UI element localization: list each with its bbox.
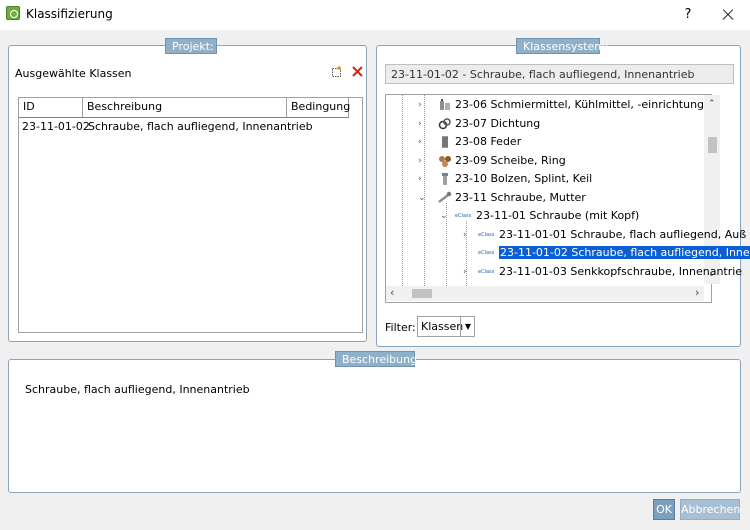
expand-chevron-icon[interactable]: › [418,133,422,151]
tree-node[interactable]: › 23-09 Scheibe, Ring [418,152,566,170]
projekt-group-title: Projekt: [165,38,217,54]
chevron-down-icon[interactable]: ▼ [460,317,475,336]
cancel-button[interactable]: Abbrechen [680,499,740,520]
description-text: Schraube, flach aufliegend, Innenantrieb [25,383,250,396]
delete-icon[interactable] [351,65,364,78]
tree-node-label: 23-11-01-03 Senkkopfschraube, Innenantri… [499,265,743,278]
tree-node-label: 23-11-01-01 Schraube, flach aufliegend, … [499,228,747,241]
eclass-icon: eClass [455,213,472,219]
scroll-up-icon[interactable]: ⌃ [708,99,716,109]
collapse-chevron-icon[interactable]: ⌄ [418,189,426,207]
filter-select[interactable]: Klassen ▼ [417,316,475,337]
class-path-field: 23-11-01-02 - Schraube, flach aufliegend… [385,64,734,84]
eclass-icon: eClass [478,232,495,238]
cell-id: 23-11-01-02 [22,120,90,133]
tree-node[interactable]: › 23-07 Dichtung [418,115,541,133]
scroll-left-icon[interactable]: ‹ [390,286,394,299]
tree-node[interactable]: › eClass 23-11-01-01 Schraube, flach aufli… [463,226,747,244]
new-class-icon[interactable] [331,66,343,78]
eclass-icon: eClass [478,269,495,275]
washer-icon [438,154,452,168]
selected-classes-table: ID Beschreibung Bedingung 23-11-01-02 Sc… [18,97,363,333]
tree-node[interactable]: ⌄ eClass 23-11-01 Schraube (mit Kopf) [440,207,640,225]
scroll-right-icon[interactable]: › [695,286,699,299]
lubricant-icon [438,98,452,112]
expand-chevron-icon[interactable]: › [463,226,467,244]
table-row[interactable]: 23-11-01-02 Schraube, flach aufliegend, … [19,118,362,136]
filter-label: Filter: [385,321,416,334]
expand-chevron-icon[interactable]: › [463,263,467,281]
tree-node-label: 23-11-01 Schraube (mit Kopf) [476,209,640,222]
expand-chevron-icon[interactable]: › [418,170,422,188]
ok-button[interactable]: OK [653,499,675,520]
tree-node-label: 23-11-01-02 Schraube, flach aufliegend, … [499,246,750,259]
app-icon [6,6,20,20]
tree-node[interactable]: ⌄ 23-11 Schraube, Mutter [418,189,586,207]
tree-node[interactable]: › 23-06 Schmiermittel, Kühlmittel, -einri… [418,96,705,114]
tree-node[interactable]: › 23-08 Feder [418,133,522,151]
screw-icon [438,191,452,205]
cell-beschreibung: Schraube, flach aufliegend, Innenantrieb [88,120,313,133]
column-header-bedingung[interactable]: Bedingung [287,98,350,118]
tree-node-label: 23-06 Schmiermittel, Kühlmittel, -einric… [455,98,705,111]
tree-node-label: 23-08 Feder [455,135,522,148]
tree-node[interactable]: › 23-10 Bolzen, Splint, Keil [418,170,593,188]
expand-chevron-icon[interactable]: › [418,115,422,133]
column-header-beschreibung[interactable]: Beschreibung [83,98,287,118]
tree-node-label: 23-07 Dichtung [455,117,541,130]
column-header-id[interactable]: ID [19,98,83,118]
title-bar: Klassifizierung ? [0,0,750,30]
help-button[interactable]: ? [677,4,699,26]
expand-chevron-icon[interactable]: › [418,96,422,114]
tree-node-label: 23-10 Bolzen, Splint, Keil [455,172,593,185]
window-title: Klassifizierung [26,7,113,21]
close-button[interactable] [717,4,739,26]
filter-value: Klassen [421,320,464,333]
beschreibung-group: Schraube, flach aufliegend, Innenantrieb [8,359,741,493]
tree-node[interactable]: eClass 23-11-01-02 Schraube, flach auflie… [478,244,750,262]
eclass-icon: eClass [478,250,495,256]
tree-node[interactable]: › eClass 23-11-01-03 Senkkopfschraube, Inn… [463,263,743,281]
collapse-chevron-icon[interactable]: ⌄ [440,207,448,225]
bolt-icon [438,172,452,186]
selected-classes-title: Ausgewählte Klassen [15,67,132,80]
klassensystem-group-title: Klassensystem: [516,38,609,54]
projekt-group: Ausgewählte Klassen ID Beschreibung Bedi… [8,45,367,342]
scroll-hthumb[interactable] [412,289,432,298]
scroll-thumb[interactable] [708,137,717,153]
beschreibung-group-title: Beschreibung [335,351,417,367]
tree-node-label: 23-11 Schraube, Mutter [455,191,586,204]
tree-horizontal-scrollbar[interactable]: ‹ › [386,286,704,301]
expand-chevron-icon[interactable]: › [418,152,422,170]
spring-icon [438,135,452,149]
seal-icon [438,117,452,131]
tree-node-label: 23-09 Scheibe, Ring [455,154,566,167]
